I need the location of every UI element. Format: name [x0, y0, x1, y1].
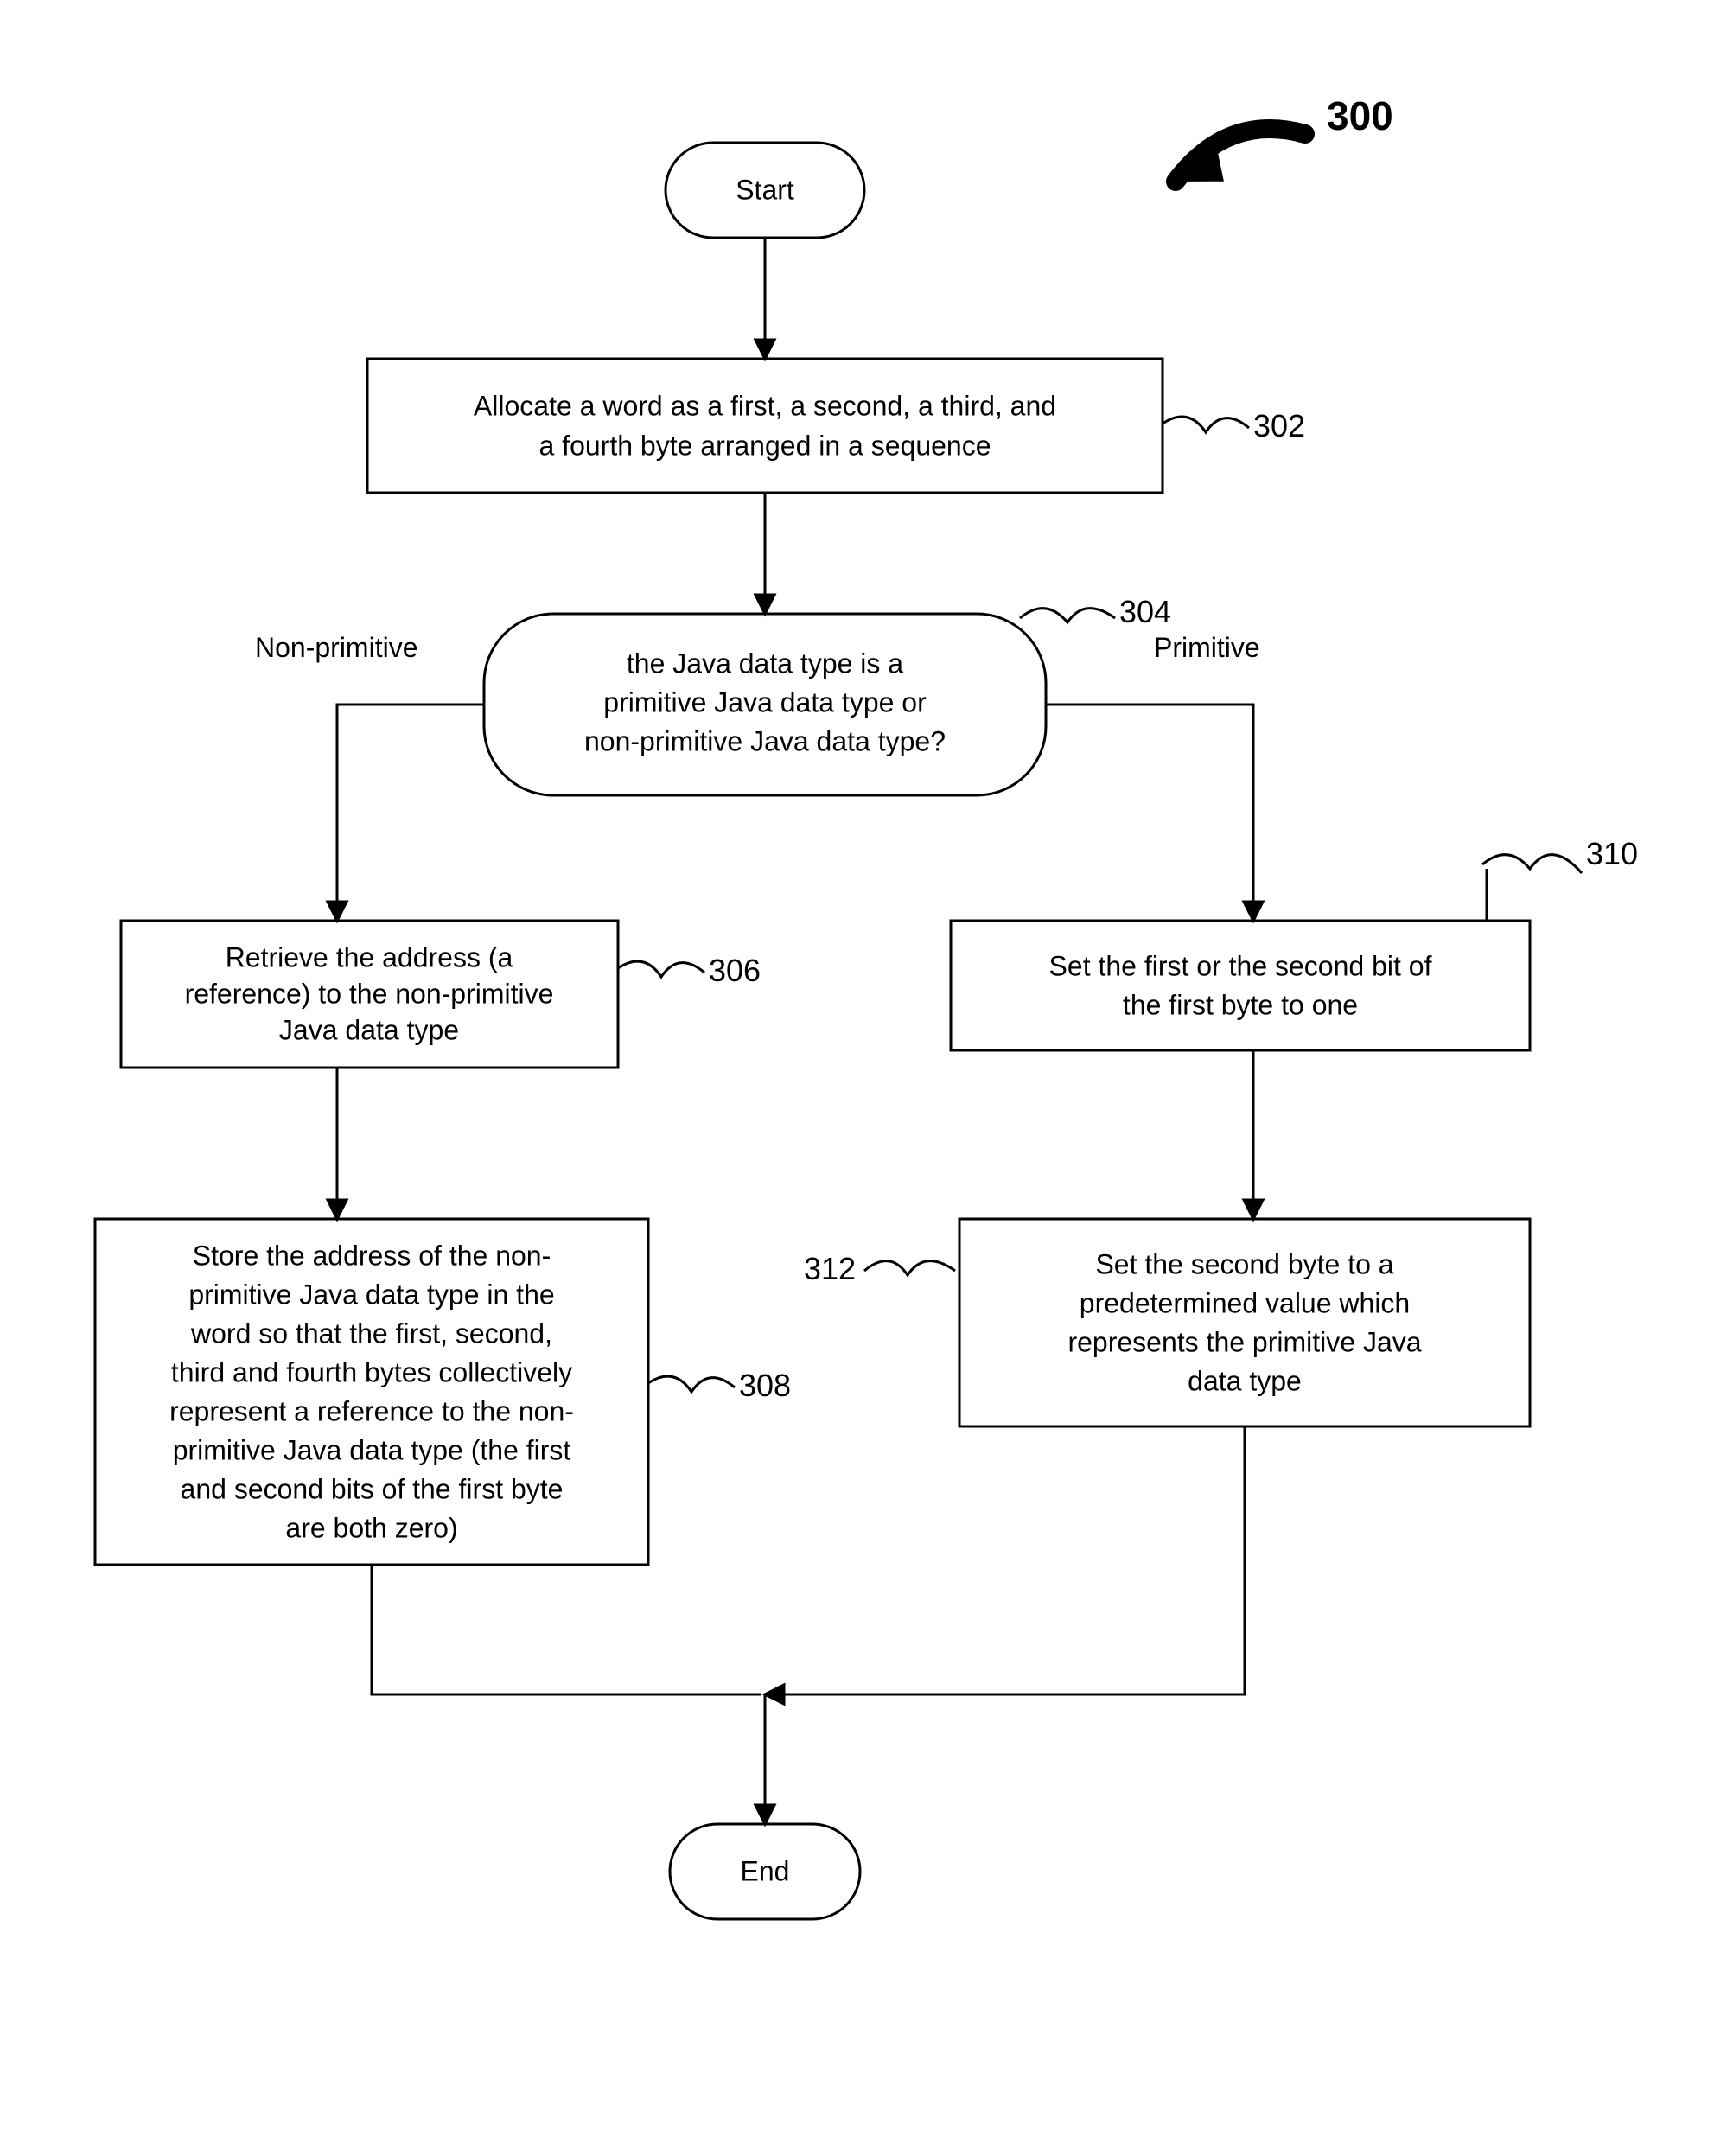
decision-304-line3: non-primitive Java data type? [584, 725, 946, 756]
ref-connector-312 [864, 1261, 955, 1275]
ref-304: 304 [1119, 594, 1171, 629]
end-node: End [670, 1824, 860, 1919]
step-308-line1: Store the address of the non- [193, 1240, 551, 1271]
step-306-line3: Java data type [279, 1014, 459, 1045]
step-302-line1: Allocate a word as a first, a second, a … [474, 390, 1056, 421]
step-308: Store the address of the non- primitive … [95, 1219, 791, 1565]
step-308-line4: third and fourth bytes collectively [171, 1356, 572, 1387]
step-312: Set the second byte to a predetermined v… [804, 1219, 1530, 1426]
figure-reference-arrow: 300 [1176, 93, 1393, 190]
flowchart-diagram: 300 Start Allocate a word as a first, a … [0, 0, 1733, 2156]
step-302-line2: a fourth byte arranged in a sequence [538, 430, 991, 461]
step-308-line6: primitive Java data type (the first [173, 1434, 571, 1465]
ref-310: 310 [1586, 836, 1638, 871]
ref-connector-310 [1482, 855, 1582, 873]
ref-312: 312 [804, 1251, 856, 1286]
start-label: Start [736, 174, 794, 205]
step-306: Retrieve the address (a reference) to th… [121, 921, 761, 1068]
step-308-line7: and second bits of the first byte [181, 1473, 564, 1504]
step-312-line2: predetermined value which [1080, 1287, 1410, 1318]
ref-302: 302 [1253, 408, 1305, 443]
ref-306: 306 [709, 953, 761, 988]
step-308-line5: represent a reference to the non- [169, 1395, 574, 1426]
step-312-line4: data type [1188, 1365, 1302, 1396]
step-312-line3: represents the primitive Java [1067, 1326, 1421, 1357]
figure-ref-number: 300 [1327, 93, 1393, 138]
step-308-line3: word so that the first, second, [190, 1317, 552, 1349]
step-306-line2: reference) to the non-primitive [185, 978, 554, 1009]
branch-label-primitive: Primitive [1154, 632, 1260, 663]
step-308-line8: are both zero) [285, 1512, 457, 1543]
start-node: Start [666, 143, 864, 238]
branch-label-nonprimitive: Non-primitive [255, 632, 417, 663]
ref-connector-308 [648, 1376, 735, 1392]
step-302: Allocate a word as a first, a second, a … [367, 359, 1305, 493]
end-label: End [741, 1855, 790, 1886]
decision-304: the Java data type is a primitive Java d… [484, 594, 1171, 795]
step-306-line1: Retrieve the address (a [226, 941, 513, 973]
step-308-line2: primitive Java data type in the [188, 1279, 554, 1310]
edge-304-to-306 [337, 705, 484, 912]
decision-304-line2: primitive Java data type or [603, 686, 927, 718]
ref-connector-304 [1020, 609, 1115, 622]
edge-304-to-310 [1046, 705, 1253, 912]
step-310-line1: Set the first or the second bit of [1049, 950, 1432, 981]
step-310: Set the first or the second bit of the f… [951, 836, 1638, 1050]
ref-308: 308 [739, 1368, 791, 1403]
ref-connector-302 [1163, 417, 1249, 432]
step-312-line1: Set the second byte to a [1095, 1248, 1393, 1279]
ref-connector-306 [618, 961, 704, 977]
step-310-line2: the first byte to one [1123, 989, 1358, 1020]
decision-304-line1: the Java data type is a [627, 647, 903, 679]
